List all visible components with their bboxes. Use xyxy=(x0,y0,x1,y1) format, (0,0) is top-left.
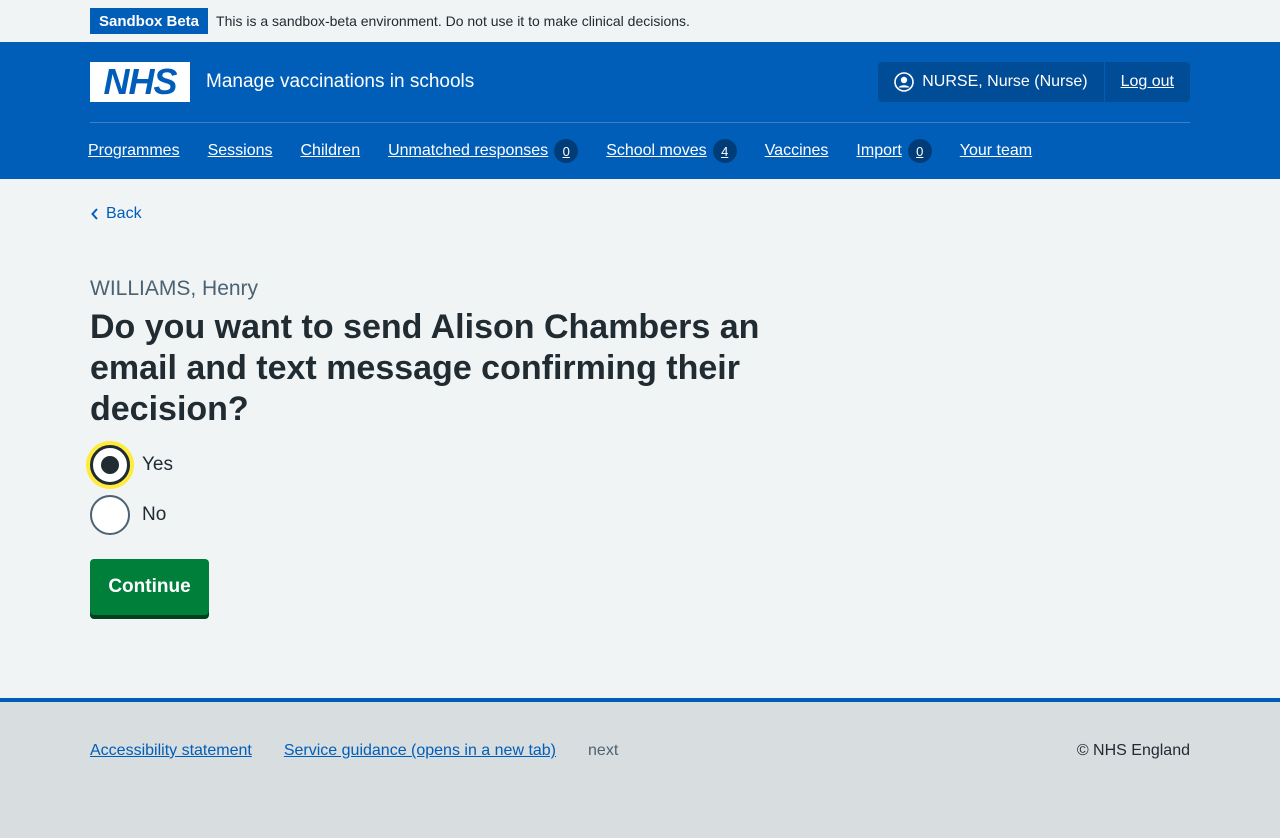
nav-unmatched-responses[interactable]: Unmatched responses 0 xyxy=(388,139,579,163)
nav-import[interactable]: Import 0 xyxy=(856,139,932,163)
sandbox-message: This is a sandbox-beta environment. Do n… xyxy=(216,13,690,29)
primary-navigation: Programmes Sessions Children Unmatched r… xyxy=(0,123,1280,179)
chevron-left-icon xyxy=(91,208,98,220)
main-content: Back WILLIAMS, Henry Do you want to send… xyxy=(0,179,1280,698)
count-badge: 4 xyxy=(712,139,737,163)
count-badge: 0 xyxy=(554,139,579,163)
account-user: NURSE, Nurse (Nurse) xyxy=(878,62,1105,102)
nav-school-moves[interactable]: School moves 4 xyxy=(606,139,737,163)
copyright: © NHS England xyxy=(1076,742,1190,759)
version-label: next xyxy=(588,742,619,759)
service-name[interactable]: Manage vaccinations in schools xyxy=(206,71,474,93)
sandbox-tag: Sandbox Beta xyxy=(90,8,209,34)
patient-name-caption: WILLIAMS, Henry xyxy=(90,277,259,300)
logout-link[interactable]: Log out xyxy=(1105,62,1190,102)
page-title: Do you want to send Alison Chambers an e… xyxy=(90,308,760,428)
account-menu: NURSE, Nurse (Nurse) Log out xyxy=(878,62,1190,102)
radio-label-yes[interactable]: Yes xyxy=(142,454,173,476)
header: NHS Manage vaccinations in schools NURSE… xyxy=(0,42,1280,179)
nav-children[interactable]: Children xyxy=(301,142,361,160)
radio-label-no[interactable]: No xyxy=(142,504,166,526)
radio-button[interactable] xyxy=(90,495,130,535)
nhs-logo[interactable]: NHS xyxy=(90,62,190,102)
footer: Accessibility statement Service guidance… xyxy=(0,698,1280,838)
nav-sessions[interactable]: Sessions xyxy=(208,142,273,160)
nav-vaccines[interactable]: Vaccines xyxy=(765,142,829,160)
accessibility-statement-link[interactable]: Accessibility statement xyxy=(90,742,252,760)
sandbox-banner: Sandbox Beta This is a sandbox-beta envi… xyxy=(0,0,1280,42)
radio-yes[interactable]: Yes xyxy=(90,445,173,485)
nav-your-team[interactable]: Your team xyxy=(960,142,1032,160)
service-guidance-link[interactable]: Service guidance (opens in a new tab) xyxy=(284,742,556,760)
count-badge: 0 xyxy=(907,139,932,163)
account-user-name: NURSE, Nurse (Nurse) xyxy=(922,73,1088,90)
back-link[interactable]: Back xyxy=(90,205,142,223)
radio-button-checked[interactable] xyxy=(90,445,130,485)
radio-no[interactable]: No xyxy=(90,495,166,535)
nav-programmes[interactable]: Programmes xyxy=(88,142,180,160)
user-icon xyxy=(894,72,915,92)
continue-button[interactable]: Continue xyxy=(90,559,209,615)
